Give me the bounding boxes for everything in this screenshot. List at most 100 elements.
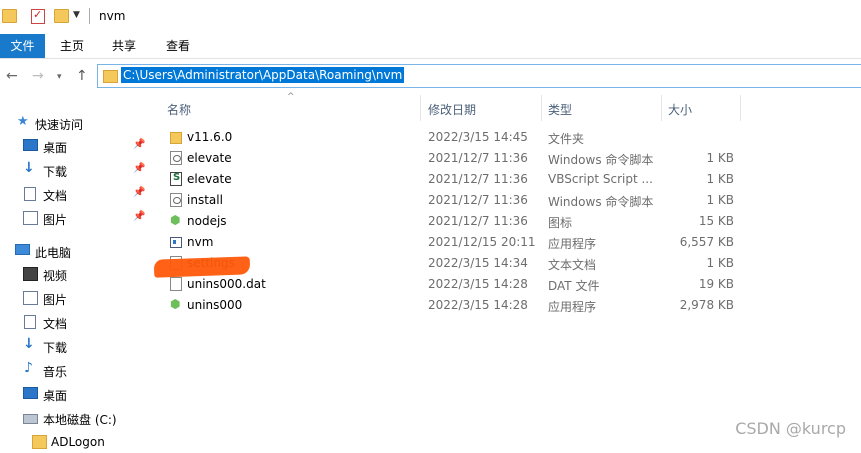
file-list: ^ 名称 修改日期 类型 大小 v11.6.0 2022/3/15 14:45 …: [150, 92, 861, 448]
file-date: 2022/3/15 14:45: [428, 130, 528, 144]
column-divider[interactable]: [740, 95, 741, 121]
nav-music[interactable]: ♪ 音乐: [0, 359, 150, 381]
icon-file-icon: [170, 213, 182, 228]
title-bar: ▼ nvm: [0, 0, 861, 34]
nav-videos[interactable]: 视频: [0, 263, 150, 285]
file-name: unins000: [187, 298, 243, 312]
nav-documents-pc[interactable]: 文档: [0, 311, 150, 333]
nav-pictures[interactable]: 图片 📌: [0, 207, 150, 229]
file-name: elevate: [187, 151, 232, 165]
pin-icon[interactable]: 📌: [133, 163, 145, 174]
nav-pictures-pc[interactable]: 图片: [0, 287, 150, 309]
document-icon: [24, 187, 36, 201]
address-path[interactable]: C:\Users\Administrator\AppData\Roaming\n…: [121, 67, 405, 83]
file-row[interactable]: install 2021/12/7 11:36 Windows 命令脚本 1 K…: [150, 190, 861, 211]
tab-home[interactable]: 主页: [52, 34, 92, 58]
quick-access-dropdown-icon[interactable]: ▼: [73, 10, 80, 20]
file-row[interactable]: elevate 2021/12/7 11:36 VBScript Script …: [150, 169, 861, 190]
file-type: 文件夹: [548, 132, 585, 146]
file-size: 6,557 KB: [679, 235, 734, 249]
tab-share[interactable]: 共享: [104, 34, 144, 58]
file-name: install: [187, 193, 223, 207]
sort-ascending-icon: ^: [287, 92, 295, 102]
picture-icon: [23, 291, 38, 305]
nav-quick-access[interactable]: ★ 快速访问: [0, 112, 150, 134]
download-icon: ↓: [23, 336, 35, 352]
file-size: 15 KB: [698, 214, 734, 228]
file-date: 2021/12/7 11:36: [428, 214, 528, 228]
column-date[interactable]: 修改日期: [428, 101, 476, 118]
nav-label: 下载: [43, 165, 68, 179]
pin-icon[interactable]: 📌: [133, 187, 145, 198]
file-size: 1 KB: [706, 172, 734, 186]
star-icon: ★: [17, 114, 29, 129]
file-row[interactable]: nodejs 2021/12/7 11:36 图标 15 KB: [150, 211, 861, 232]
file-name: nodejs: [187, 214, 227, 228]
picture-icon: [23, 211, 38, 225]
file-date: 2022/3/15 14:34: [428, 256, 528, 270]
tab-view[interactable]: 查看: [158, 34, 198, 58]
tab-file[interactable]: 文件: [0, 34, 45, 58]
address-bar[interactable]: C:\Users\Administrator\AppData\Roaming\n…: [97, 64, 861, 88]
window-title: nvm: [99, 9, 126, 23]
file-row[interactable]: settings 2022/3/15 14:34 文本文档 1 KB: [150, 253, 861, 274]
ribbon-tabs: 文件 主页 共享 查看: [0, 34, 861, 59]
nav-documents[interactable]: 文档 📌: [0, 183, 150, 205]
navigation-pane: ★ 快速访问 桌面 📌 ↓ 下载 📌 文档 📌 图片 📌 此电脑 视频 图片 文…: [0, 95, 150, 449]
cmd-script-icon: [170, 193, 182, 207]
properties-icon[interactable]: [31, 8, 45, 24]
pin-icon[interactable]: 📌: [133, 211, 145, 222]
nav-label: 音乐: [43, 365, 68, 379]
nav-label: 视频: [43, 269, 68, 283]
file-type: 应用程序: [548, 300, 597, 314]
column-divider[interactable]: [420, 95, 421, 121]
up-icon[interactable]: ↑: [76, 68, 88, 84]
nav-adlogon[interactable]: ADLogon: [0, 431, 150, 453]
nav-downloads[interactable]: ↓ 下载 📌: [0, 159, 150, 181]
file-row[interactable]: elevate 2021/12/7 11:36 Windows 命令脚本 1 K…: [150, 148, 861, 169]
folder-icon: [2, 9, 17, 23]
nav-desktop[interactable]: 桌面 📌: [0, 135, 150, 157]
nav-downloads-pc[interactable]: ↓ 下载: [0, 335, 150, 357]
watermark: CSDN @kurcp: [735, 419, 846, 438]
file-size: 1 KB: [706, 193, 734, 207]
back-icon[interactable]: ←: [6, 68, 18, 84]
nav-label: 文档: [43, 189, 68, 203]
application-icon: [170, 237, 182, 248]
nav-local-disk[interactable]: 本地磁盘 (C:): [0, 407, 150, 429]
nav-label: 桌面: [43, 141, 68, 155]
file-row[interactable]: unins000 2022/3/15 14:28 应用程序 2,978 KB: [150, 295, 861, 316]
nav-label: 本地磁盘 (C:): [43, 413, 117, 427]
desktop-icon: [23, 139, 38, 151]
download-icon: ↓: [23, 160, 35, 176]
file-date: 2021/12/7 11:36: [428, 193, 528, 207]
highlight-annotation: [153, 256, 251, 278]
nav-label: 此电脑: [35, 246, 72, 260]
pin-icon[interactable]: 📌: [133, 139, 145, 150]
video-icon: [23, 267, 38, 281]
file-name: elevate: [187, 172, 232, 186]
file-row[interactable]: v11.6.0 2022/3/15 14:45 文件夹: [150, 127, 861, 148]
file-size: 1 KB: [706, 256, 734, 270]
forward-icon[interactable]: →: [32, 68, 44, 84]
nav-desktop-pc[interactable]: 桌面: [0, 383, 150, 405]
title-separator: [89, 8, 90, 24]
file-date: 2022/3/15 14:28: [428, 298, 528, 312]
column-divider[interactable]: [661, 95, 662, 121]
column-type[interactable]: 类型: [548, 101, 572, 118]
desktop-icon: [23, 387, 38, 399]
cmd-script-icon: [170, 151, 182, 165]
file-date: 2021/12/7 11:36: [428, 151, 528, 165]
column-divider[interactable]: [541, 95, 542, 121]
column-name[interactable]: 名称: [167, 101, 191, 118]
nav-label: ADLogon: [51, 435, 105, 449]
file-row[interactable]: nvm 2021/12/15 20:11 应用程序 6,557 KB: [150, 232, 861, 253]
file-date: 2022/3/15 14:28: [428, 277, 528, 291]
folder-icon: [103, 70, 118, 83]
new-folder-icon[interactable]: [54, 9, 69, 23]
file-row[interactable]: unins000.dat 2022/3/15 14:28 DAT 文件 19 K…: [150, 274, 861, 295]
column-headers: ^ 名称 修改日期 类型 大小: [150, 92, 861, 121]
column-size[interactable]: 大小: [668, 101, 692, 118]
recent-locations-icon[interactable]: ▾: [57, 72, 62, 82]
nav-this-pc[interactable]: 此电脑: [0, 240, 150, 262]
